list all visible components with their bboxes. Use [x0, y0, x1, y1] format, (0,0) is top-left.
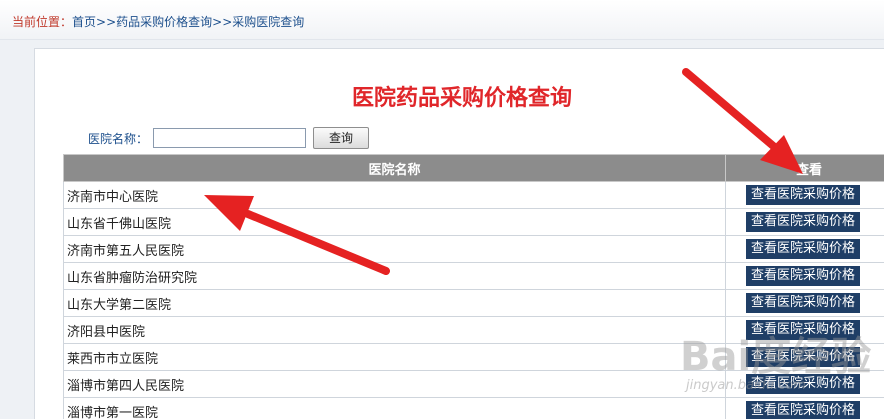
hospital-table: 医院名称 查看 济南市中心医院 查看医院采购价格 山东省千佛山医院 查看医院采购…: [63, 154, 884, 419]
table-row: 莱西市市立医院 查看医院采购价格: [63, 343, 884, 371]
hospital-name-label: 医院名称：: [88, 132, 149, 146]
hospital-name-cell: 济南市第五人民医院: [63, 235, 726, 263]
table-row: 淄博市第一医院 查看医院采购价格: [63, 397, 884, 419]
breadcrumb-separator: >>: [96, 15, 117, 29]
view-price-button[interactable]: 查看医院采购价格: [746, 401, 861, 419]
breadcrumb: 当前位置：首页>>药品采购价格查询>>采购医院查询: [12, 13, 304, 30]
view-price-button[interactable]: 查看医院采购价格: [746, 320, 861, 340]
breadcrumb-drug-price-query[interactable]: 药品采购价格查询: [116, 15, 212, 29]
hospital-name-cell: 山东省肿瘤防治研究院: [63, 262, 726, 290]
table-row: 淄博市第四人民医院 查看医院采购价格: [63, 370, 884, 398]
hospital-name-cell: 山东省千佛山医院: [63, 208, 726, 236]
column-header-hospital-name: 医院名称: [63, 154, 726, 182]
view-price-button[interactable]: 查看医院采购价格: [746, 293, 861, 313]
hospital-name-cell: 济阳县中医院: [63, 316, 726, 344]
action-cell: 查看医院采购价格: [725, 181, 884, 209]
hospital-name-cell: 山东大学第二医院: [63, 289, 726, 317]
table-row: 济南市第五人民医院 查看医院采购价格: [63, 235, 884, 263]
breadcrumb-hospital-query[interactable]: 采购医院查询: [232, 15, 304, 29]
action-cell: 查看医院采购价格: [725, 208, 884, 236]
table-row: 济南市中心医院 查看医院采购价格: [63, 181, 884, 209]
action-cell: 查看医院采购价格: [725, 343, 884, 371]
breadcrumb-separator: >>: [212, 15, 233, 29]
action-cell: 查看医院采购价格: [725, 289, 884, 317]
column-header-view: 查看: [725, 154, 884, 182]
view-price-button[interactable]: 查看医院采购价格: [746, 374, 861, 394]
hospital-name-input[interactable]: [153, 128, 306, 148]
table-row: 山东省千佛山医院 查看医院采购价格: [63, 208, 884, 236]
hospital-name-cell: 济南市中心医院: [63, 181, 726, 209]
hospital-name-cell: 淄博市第一医院: [63, 397, 726, 419]
view-price-button[interactable]: 查看医院采购价格: [746, 347, 861, 367]
action-cell: 查看医院采购价格: [725, 316, 884, 344]
hospital-name-cell: 淄博市第四人民医院: [63, 370, 726, 398]
view-price-button[interactable]: 查看医院采购价格: [746, 239, 861, 259]
breadcrumb-home[interactable]: 首页: [72, 15, 96, 29]
table-row: 济阳县中医院 查看医院采购价格: [63, 316, 884, 344]
action-cell: 查看医院采购价格: [725, 370, 884, 398]
table-row: 山东大学第二医院 查看医院采购价格: [63, 289, 884, 317]
view-price-button[interactable]: 查看医院采购价格: [746, 212, 861, 232]
search-button[interactable]: 查询: [313, 127, 369, 149]
table-header-row: 医院名称 查看: [63, 154, 884, 182]
table-row: 山东省肿瘤防治研究院 查看医院采购价格: [63, 262, 884, 290]
action-cell: 查看医院采购价格: [725, 262, 884, 290]
page-title: 医院药品采购价格查询: [352, 86, 573, 111]
breadcrumb-label: 当前位置：: [12, 15, 73, 29]
action-cell: 查看医院采购价格: [725, 235, 884, 263]
action-cell: 查看医院采购价格: [725, 397, 884, 419]
view-price-button[interactable]: 查看医院采购价格: [746, 266, 861, 286]
view-price-button[interactable]: 查看医院采购价格: [746, 185, 861, 205]
hospital-name-cell: 莱西市市立医院: [63, 343, 726, 371]
